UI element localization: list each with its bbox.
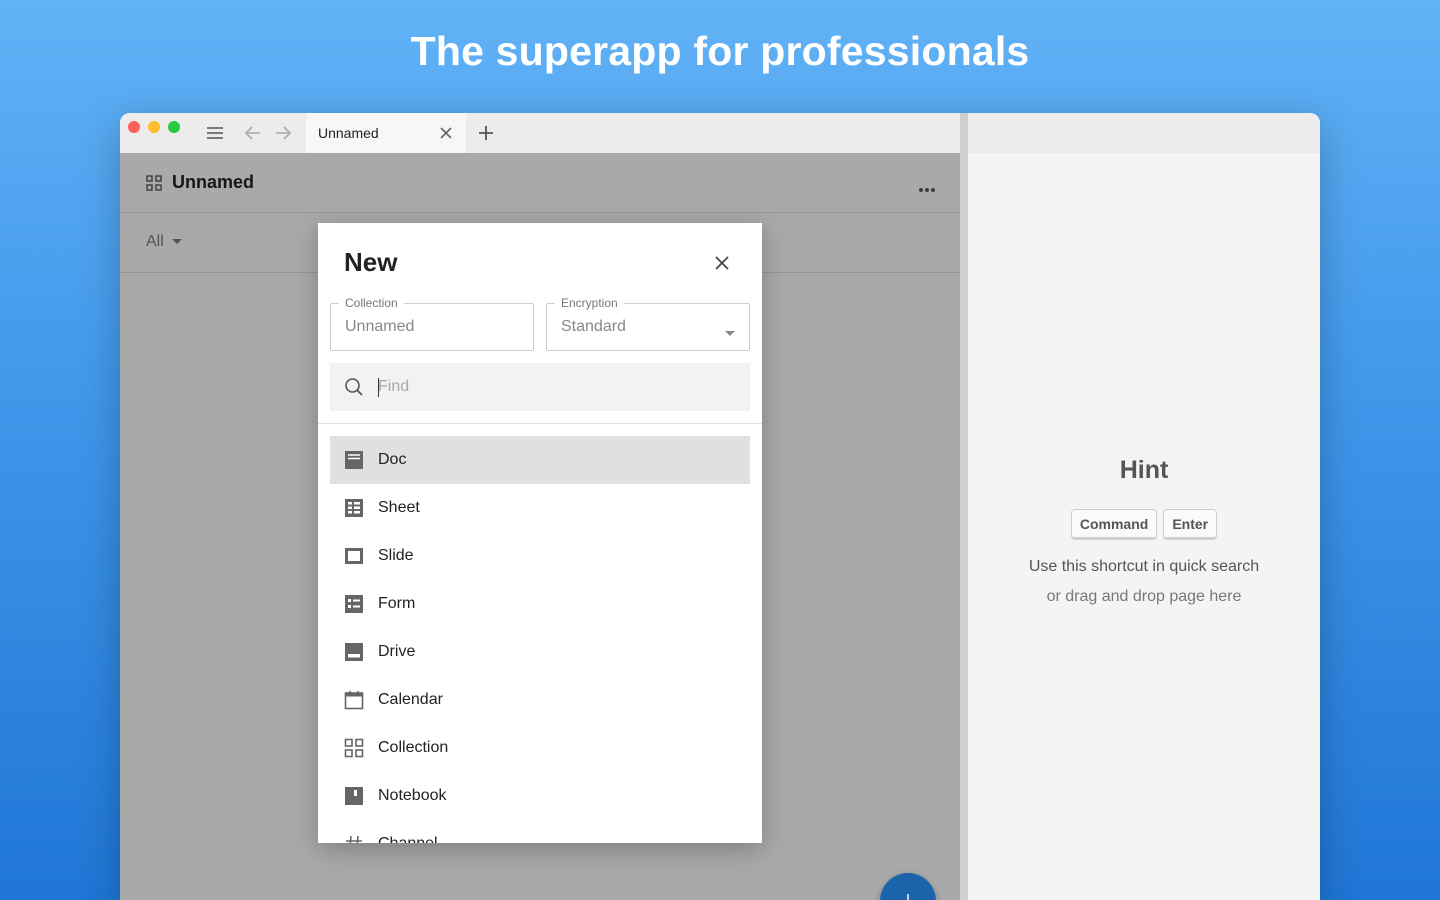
- channel-icon: [344, 834, 364, 843]
- plus-icon: [907, 894, 909, 900]
- close-icon[interactable]: [712, 253, 732, 273]
- hint-line-2: or drag and drop page here: [1046, 588, 1242, 605]
- list-item-label: Sheet: [378, 499, 420, 516]
- collection-legend: Collection: [339, 296, 404, 310]
- sheet-icon: [344, 498, 364, 518]
- encryption-select[interactable]: Encryption Standard: [546, 296, 750, 351]
- list-item-doc[interactable]: Doc: [330, 436, 750, 484]
- list-item-channel[interactable]: Channel: [330, 820, 750, 843]
- list-item-label: Slide: [378, 547, 414, 564]
- list-item-label: Channel: [378, 835, 438, 843]
- find-field[interactable]: [330, 363, 750, 411]
- hint-title: Hint: [1119, 456, 1169, 484]
- collection-field[interactable]: Collection Unnamed: [330, 296, 534, 351]
- list-item-label: Doc: [378, 451, 407, 468]
- notebook-icon: [344, 786, 364, 806]
- slide-icon: [344, 546, 364, 566]
- find-input[interactable]: [378, 375, 738, 399]
- list-item-collection[interactable]: Collection: [330, 724, 750, 772]
- list-item-form[interactable]: Form: [330, 580, 750, 628]
- key-enter: Enter: [1163, 509, 1218, 540]
- collection-icon: [344, 738, 364, 758]
- list-item-notebook[interactable]: Notebook: [330, 772, 750, 820]
- back-arrow-icon[interactable]: [243, 123, 263, 143]
- text-caret: [378, 378, 379, 397]
- list-item-calendar[interactable]: Calendar: [330, 676, 750, 724]
- calendar-icon: [344, 690, 364, 710]
- close-tab-icon[interactable]: [438, 125, 454, 141]
- tab-label: Unnamed: [318, 125, 379, 141]
- new-page-dialog: New Collection Unnamed Encryption Standa…: [318, 223, 762, 843]
- collection-value: Unnamed: [345, 318, 415, 335]
- title-bar: Unnamed: [120, 113, 1320, 153]
- pane-divider[interactable]: [960, 113, 968, 900]
- hint-pane: Hint Command Enter Use this shortcut in …: [968, 153, 1320, 900]
- list-item-drive[interactable]: Drive: [330, 628, 750, 676]
- tab-unnamed[interactable]: Unnamed: [306, 113, 466, 153]
- list-item-label: Notebook: [378, 787, 447, 804]
- drive-icon: [344, 642, 364, 662]
- hint-line-1: Use this shortcut in quick search: [1028, 558, 1260, 575]
- search-icon: [344, 377, 364, 402]
- close-window-button[interactable]: [128, 121, 140, 133]
- shortcut-keys: Command Enter: [968, 509, 1320, 540]
- list-item-label: Collection: [378, 739, 449, 756]
- headline: The superapp for professionals: [410, 28, 1030, 74]
- chevron-down-icon: [725, 324, 735, 342]
- dialog-title: New: [344, 247, 398, 277]
- encryption-value: Standard: [561, 318, 626, 335]
- zoom-window-button[interactable]: [168, 121, 180, 133]
- list-item-label: Form: [378, 595, 416, 612]
- list-item-sheet[interactable]: Sheet: [330, 484, 750, 532]
- list-item-label: Calendar: [378, 691, 443, 708]
- doc-icon: [344, 450, 364, 470]
- form-icon: [344, 594, 364, 614]
- dialog-divider: [318, 423, 762, 424]
- page-type-list: Doc Sheet Slide Form Drive Calendar Coll…: [330, 436, 750, 843]
- minimize-window-button[interactable]: [148, 121, 160, 133]
- new-tab-icon[interactable]: [476, 123, 496, 143]
- menu-icon[interactable]: [205, 123, 225, 143]
- encryption-legend: Encryption: [555, 296, 624, 310]
- list-item-slide[interactable]: Slide: [330, 532, 750, 580]
- key-command: Command: [1070, 509, 1158, 540]
- list-item-label: Drive: [378, 643, 416, 660]
- forward-arrow-icon[interactable]: [273, 123, 293, 143]
